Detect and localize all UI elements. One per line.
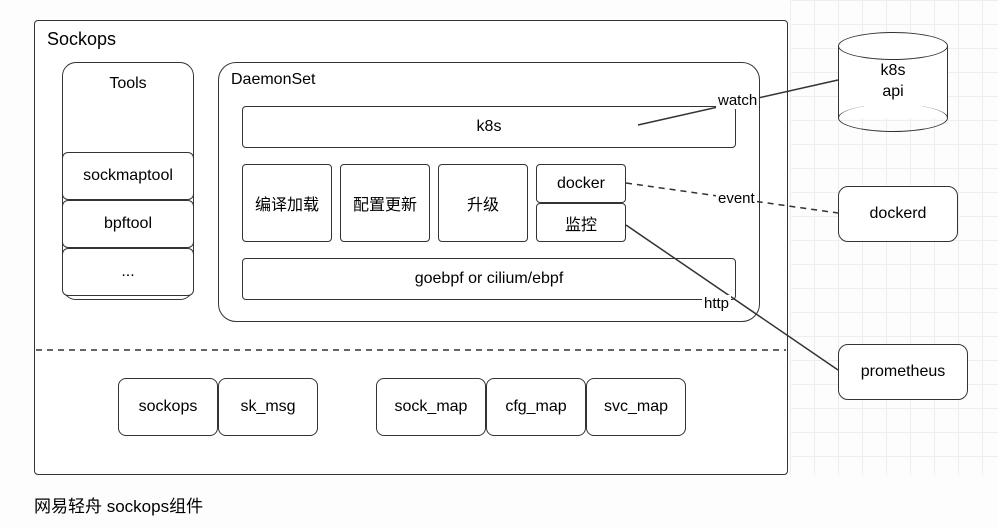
sockops-title: Sockops	[47, 29, 116, 50]
mod-config-update: 配置更新	[340, 164, 430, 242]
daemonset-ebpf: goebpf or cilium/ebpf	[242, 258, 736, 300]
edge-event: event	[716, 190, 757, 207]
tool-sockmaptool: sockmaptool	[62, 152, 194, 200]
map-label: svc_map	[604, 398, 668, 416]
mod-monitor: 监控	[536, 203, 626, 242]
tool-bpftool: bpftool	[62, 200, 194, 248]
tool-label: ...	[121, 263, 134, 281]
mod-upgrade: 升级	[438, 164, 528, 242]
edge-label-text: watch	[718, 92, 757, 109]
mod-label: 配置更新	[353, 191, 417, 215]
k8s-api-cyl-top	[838, 32, 948, 60]
tools-title: Tools	[109, 75, 146, 93]
prometheus-box: prometheus	[838, 344, 968, 400]
map-label: cfg_map	[505, 398, 566, 416]
dockerd-label: dockerd	[870, 205, 927, 223]
mod-docker: docker	[536, 164, 626, 203]
map-sk-msg: sk_msg	[218, 378, 318, 436]
edge-label-text: event	[718, 190, 755, 207]
tool-more: ...	[62, 248, 194, 296]
mod-compile-load: 编译加载	[242, 164, 332, 242]
k8s-label: k8s	[477, 118, 502, 136]
map-label: sockops	[139, 398, 198, 416]
map-label: sock_map	[395, 398, 468, 416]
monitor-label: 监控	[565, 211, 597, 235]
dockerd-box: dockerd	[838, 186, 958, 242]
mod-label: 编译加载	[255, 191, 319, 215]
mod-label: 升级	[467, 191, 499, 215]
tool-label: bpftool	[104, 215, 152, 233]
edge-label-text: http	[704, 295, 729, 312]
map-label: sk_msg	[240, 398, 295, 416]
k8s-api-label: k8s api	[881, 61, 906, 103]
edge-watch: watch	[716, 92, 759, 109]
docker-label: docker	[557, 175, 605, 193]
map-sock-map: sock_map	[376, 378, 486, 436]
k8s-api-cyl-bot	[838, 104, 948, 132]
map-cfg-map: cfg_map	[486, 378, 586, 436]
caption-text: 网易轻舟 sockops组件	[34, 497, 203, 516]
edge-http: http	[702, 295, 731, 312]
tool-label: sockmaptool	[83, 167, 173, 185]
daemonset-title: DaemonSet	[231, 71, 316, 89]
daemonset-k8s: k8s	[242, 106, 736, 148]
figure-caption: 网易轻舟 sockops组件	[34, 492, 203, 517]
map-sockops: sockops	[118, 378, 218, 436]
prometheus-label: prometheus	[861, 363, 946, 381]
map-svc-map: svc_map	[586, 378, 686, 436]
ebpf-label: goebpf or cilium/ebpf	[415, 270, 564, 288]
